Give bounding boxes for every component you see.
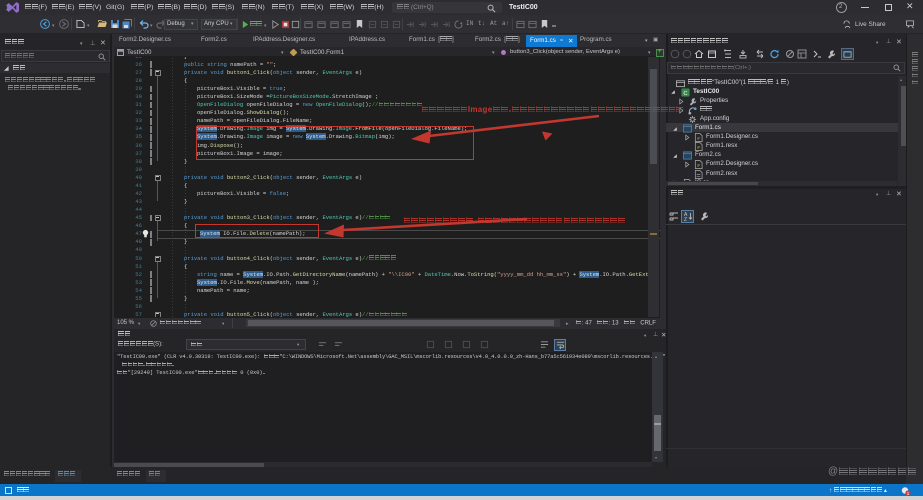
svg-text:#: # xyxy=(697,145,700,150)
svg-text:C: C xyxy=(684,90,688,96)
svg-text:#: # xyxy=(697,164,700,169)
svg-text:Z: Z xyxy=(684,217,687,221)
svg-text:#: # xyxy=(697,136,700,141)
